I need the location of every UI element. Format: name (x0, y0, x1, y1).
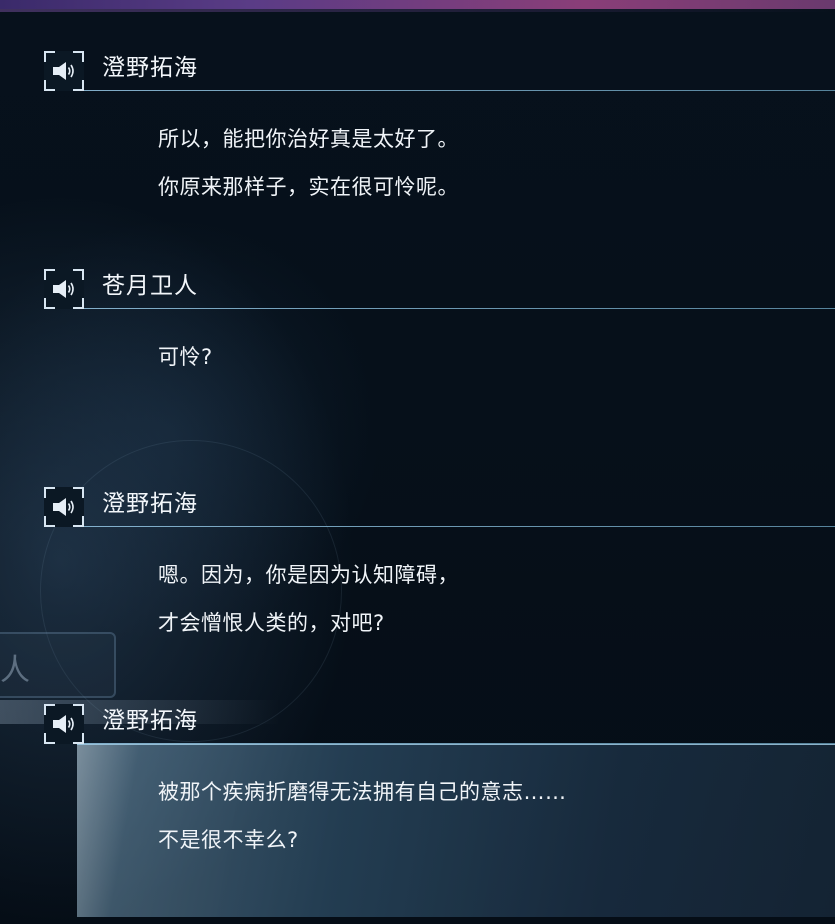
dialogue-line: 所以，能把你治好真是太好了。 (158, 127, 459, 151)
dialogue-line: 不是很不幸么? (158, 828, 299, 852)
speaker-row: 苍月卫人 (44, 269, 835, 309)
speaker-voice-icon (53, 715, 74, 733)
dialogue-text: 被那个疾病折磨得无法拥有自己的意志…… 不是很不幸么? (158, 768, 567, 864)
top-accent-bar (0, 0, 835, 12)
dialogue-line: 被那个疾病折磨得无法拥有自己的意志…… (158, 780, 567, 804)
speaker-divider (84, 90, 835, 91)
speaker-name: 澄野拓海 (102, 708, 198, 734)
speaker-row: 澄野拓海 (44, 51, 835, 91)
dialogue-line: 可怜? (158, 345, 213, 369)
speaker-voice-icon (53, 62, 74, 80)
speaker-divider (84, 743, 835, 744)
speaker-name: 苍月卫人 (102, 273, 198, 299)
speaker-voice-icon (53, 498, 74, 516)
speaker-row: 澄野拓海 (44, 704, 835, 744)
voice-replay-button[interactable] (44, 269, 84, 309)
dialogue-line: 你原来那样子，实在很可怜呢。 (158, 175, 459, 199)
dialogue-line: 才会憎恨人类的，对吧? (158, 611, 385, 635)
voice-replay-button[interactable] (44, 487, 84, 527)
speaker-divider (84, 308, 835, 309)
dialogue-text: 可怜? (158, 333, 213, 381)
background-nameplate-text: 人 (0, 653, 30, 688)
voice-replay-button[interactable] (44, 704, 84, 744)
backlog-screen: 人 澄野拓海 所以，能把你治好真是太好了。 你原来那样子，实在很可怜呢。 苍月卫… (0, 0, 835, 924)
voice-replay-button[interactable] (44, 51, 84, 91)
dialogue-text: 所以，能把你治好真是太好了。 你原来那样子，实在很可怜呢。 (158, 115, 459, 211)
speaker-name: 澄野拓海 (102, 55, 198, 81)
dialogue-text: 嗯。因为，你是因为认知障碍， 才会憎恨人类的，对吧? (158, 551, 459, 647)
speaker-voice-icon (53, 280, 74, 298)
speaker-row: 澄野拓海 (44, 487, 835, 527)
dialogue-line: 嗯。因为，你是因为认知障碍， (158, 563, 459, 587)
speaker-divider (84, 526, 835, 527)
speaker-name: 澄野拓海 (102, 491, 198, 517)
